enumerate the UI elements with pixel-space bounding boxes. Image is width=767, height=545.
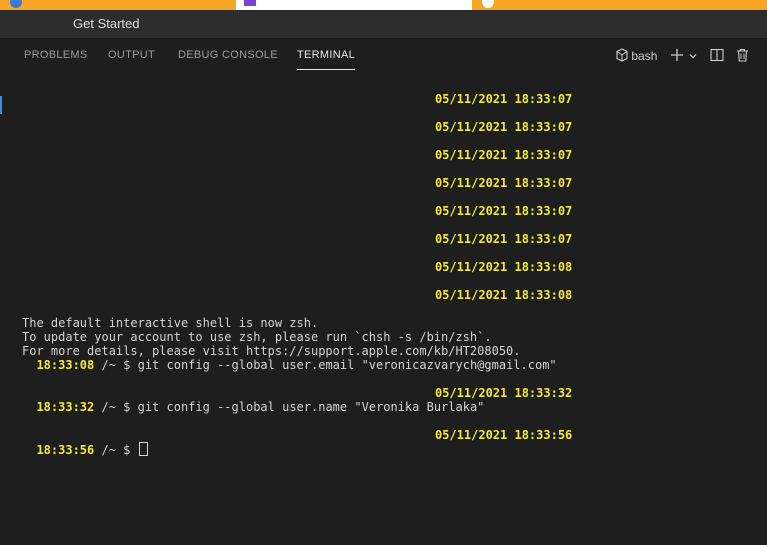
prompt-time: 18:33:32 (36, 400, 95, 414)
timestamp-line: 05/11/2021 18:33:08 (435, 260, 573, 274)
tab-terminal[interactable]: TERMINAL (297, 49, 356, 70)
editor-tab-get-started[interactable]: Get Started (73, 16, 139, 31)
timestamp-line: 05/11/2021 18:33:32 (435, 386, 573, 400)
command-text: git config --global user.email "veronica… (137, 358, 557, 372)
terminal-shell-selector[interactable]: bash (616, 46, 657, 66)
browser-tab-favicon (244, 0, 256, 6)
tab-problems[interactable]: PROBLEMS (24, 49, 88, 61)
command-line: 18:33:32 /~ $ git config --global user.n… (22, 400, 484, 414)
tab-output[interactable]: OUTPUT (108, 49, 155, 61)
browser-tab-strip (0, 0, 767, 10)
timestamp-line: 05/11/2021 18:33:07 (435, 204, 573, 218)
timestamp-line: 05/11/2021 18:33:07 (435, 92, 573, 106)
prompt-time: 18:33:08 (36, 358, 95, 372)
terminal-dropdown-button[interactable] (688, 46, 698, 66)
add-icon (671, 49, 683, 61)
timestamp-line: 05/11/2021 18:33:07 (435, 120, 573, 134)
timestamp-line: 05/11/2021 18:33:07 (435, 176, 573, 190)
prompt-path: /~ $ (94, 400, 138, 414)
timestamp-line: 05/11/2021 18:33:07 (435, 232, 573, 246)
panel-header: PROBLEMS OUTPUT DEBUG CONSOLE TERMINAL b… (0, 38, 767, 74)
shell-notice-line: The default interactive shell is now zsh… (22, 316, 319, 330)
command-text: git config --global user.name "Veronika … (137, 400, 485, 414)
editor-tab-bar: Get Started (0, 10, 767, 38)
shell-notice-line: To update your account to use zsh, pleas… (22, 330, 492, 344)
timestamp-line: 05/11/2021 18:33:07 (435, 148, 573, 162)
timestamp-line: 05/11/2021 18:33:56 (435, 428, 573, 442)
kill-terminal-button[interactable] (736, 46, 749, 66)
shell-notice-line: For more details, please visit https://s… (22, 344, 521, 358)
shell-name: bash (631, 49, 658, 63)
chevron-down-icon (689, 54, 697, 59)
trash-icon (737, 48, 748, 62)
tab-debug-console[interactable]: DEBUG CONSOLE (178, 49, 278, 61)
split-terminal-button[interactable] (710, 46, 724, 66)
terminal-cursor (138, 442, 148, 456)
command-line[interactable]: 18:33:56 /~ $ (22, 442, 148, 457)
prompt-path: /~ $ (94, 358, 138, 372)
terminal-output[interactable]: 05/11/2021 18:33:07 05/11/2021 18:33:07 … (0, 74, 767, 545)
prompt-time: 18:33:56 (36, 443, 95, 457)
browser-tab[interactable] (472, 0, 767, 10)
browser-tab-favicon (482, 0, 494, 8)
terminal-focus-indicator (0, 96, 2, 114)
prompt-path: /~ $ (94, 443, 138, 457)
timestamp-line: 05/11/2021 18:33:08 (435, 288, 573, 302)
command-line: 18:33:08 /~ $ git config --global user.e… (22, 358, 557, 372)
browser-tab-favicon (10, 0, 22, 8)
split-icon (710, 48, 724, 62)
shell-icon (616, 48, 628, 62)
new-terminal-button[interactable] (670, 46, 684, 66)
terminal-actions: bash (612, 46, 762, 66)
browser-tab[interactable] (236, 0, 472, 10)
